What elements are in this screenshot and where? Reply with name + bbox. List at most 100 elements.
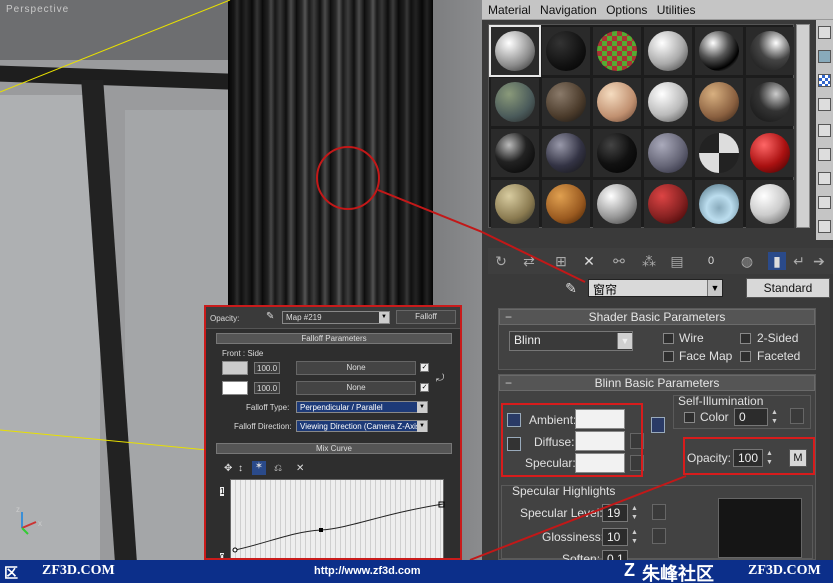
sample-slot[interactable] — [746, 27, 794, 75]
get-material-icon[interactable]: ↻ — [492, 252, 510, 270]
sample-type-icon[interactable] — [818, 26, 831, 39]
front-map-checkbox[interactable]: ✓ — [420, 363, 429, 372]
falloff-direction-dropdown[interactable]: Viewing Direction (Camera Z-Axis) ▼ — [296, 420, 428, 432]
background-icon[interactable] — [818, 74, 831, 87]
sample-slot[interactable] — [542, 27, 590, 75]
video-check-icon[interactable] — [818, 124, 831, 137]
self-illum-color-checkbox[interactable] — [684, 412, 695, 423]
rollout-header[interactable]: − Shader Basic Parameters — [499, 309, 815, 325]
sample-slot[interactable] — [695, 78, 743, 126]
menu-utilities[interactable]: Utilities — [651, 0, 696, 17]
spinner-arrows-icon[interactable]: ▲ ▼ — [630, 504, 639, 522]
spinner-arrows-icon[interactable]: ▲ ▼ — [630, 528, 639, 546]
sample-slot[interactable] — [695, 129, 743, 177]
options-icon[interactable] — [818, 172, 831, 185]
self-illum-map-button[interactable] — [790, 408, 804, 424]
select-by-material-icon[interactable] — [818, 196, 831, 209]
delete-point-icon[interactable]: ✕ — [296, 463, 304, 474]
sample-slot[interactable] — [491, 129, 539, 177]
spinner-arrows-icon[interactable]: ▲ ▼ — [770, 408, 779, 426]
reset-curve-icon[interactable]: ⎌ — [274, 463, 282, 474]
side-map-button[interactable]: None — [296, 381, 416, 395]
mix-curve-graph[interactable] — [230, 479, 445, 558]
falloff-direction-label: Falloff Direction: — [234, 422, 292, 431]
sample-slot[interactable] — [542, 78, 590, 126]
uv-tiling-icon[interactable] — [818, 98, 831, 111]
faceted-checkbox[interactable] — [740, 351, 751, 362]
front-color-swatch[interactable] — [222, 361, 248, 375]
sample-slot[interactable] — [746, 129, 794, 177]
map-name-field[interactable]: Map #219 ▼ — [282, 311, 390, 324]
assign-icon[interactable]: ⊞ — [552, 252, 570, 270]
sample-slot[interactable] — [644, 180, 692, 228]
reset-icon[interactable]: ✕ — [580, 252, 598, 270]
sample-slot[interactable] — [746, 78, 794, 126]
swap-icon[interactable]: ⤾ — [436, 373, 444, 384]
sample-slot[interactable] — [695, 27, 743, 75]
side-color-swatch[interactable] — [222, 381, 248, 395]
glossiness-field[interactable]: 10 — [602, 528, 628, 546]
add-point-icon[interactable]: ✶ — [252, 461, 266, 475]
sample-slot[interactable] — [746, 180, 794, 228]
sample-slot[interactable] — [593, 180, 641, 228]
sample-slot[interactable] — [593, 27, 641, 75]
sample-slot[interactable] — [542, 129, 590, 177]
material-id-icon[interactable]: 0 — [702, 252, 720, 270]
front-amount-field[interactable]: 100.0 — [254, 362, 280, 374]
pick-icon[interactable]: ✎ — [266, 311, 274, 322]
go-to-parent-icon[interactable]: ↵ — [790, 252, 808, 270]
rollout-header[interactable]: − Blinn Basic Parameters — [499, 375, 815, 391]
mix-curve-header[interactable]: Mix Curve — [216, 443, 452, 454]
sample-slot[interactable] — [695, 180, 743, 228]
face-map-checkbox[interactable] — [663, 351, 674, 362]
make-unique-icon[interactable]: ⁂ — [640, 252, 658, 270]
sample-slot[interactable] — [644, 129, 692, 177]
chevron-down-icon[interactable]: ▼ — [707, 280, 722, 296]
two-sided-checkbox[interactable] — [740, 333, 751, 344]
backlight-icon[interactable] — [818, 50, 831, 63]
show-end-result-icon[interactable]: ▮ — [768, 252, 786, 270]
map-type-button[interactable]: Falloff — [396, 310, 456, 324]
go-forward-icon[interactable]: ➔ — [810, 252, 828, 270]
front-map-button[interactable]: None — [296, 361, 416, 375]
chevron-down-icon[interactable]: ▼ — [417, 421, 427, 432]
shader-type-dropdown[interactable]: Blinn ▼ — [509, 331, 633, 351]
wire-checkbox[interactable] — [663, 333, 674, 344]
chevron-down-icon[interactable]: ▼ — [617, 333, 632, 349]
put-to-library-icon[interactable]: ▤ — [668, 252, 686, 270]
falloff-params-header[interactable]: Falloff Parameters — [216, 333, 452, 344]
menu-navigation[interactable]: Navigation — [534, 0, 597, 17]
side-amount-field[interactable]: 100.0 — [254, 382, 280, 394]
sample-slot[interactable] — [644, 78, 692, 126]
sample-slot[interactable] — [593, 129, 641, 177]
scale-icon[interactable]: ↕ — [238, 463, 243, 474]
sample-slot[interactable] — [542, 180, 590, 228]
pick-material-icon[interactable]: ✎ — [562, 279, 580, 297]
slots-scrollbar[interactable] — [796, 24, 810, 228]
make-preview-icon[interactable] — [818, 148, 831, 161]
falloff-type-dropdown[interactable]: Perpendicular / Parallel ▼ — [296, 401, 428, 413]
specular-level-field[interactable]: 19 — [602, 504, 628, 522]
menu-options[interactable]: Options — [600, 0, 647, 17]
make-copy-icon[interactable]: ⚯ — [610, 252, 628, 270]
material-type-button[interactable]: Standard — [746, 278, 830, 298]
specular-level-map-button[interactable] — [652, 504, 666, 520]
sample-slot[interactable] — [644, 27, 692, 75]
glossiness-map-button[interactable] — [652, 528, 666, 544]
side-map-checkbox[interactable]: ✓ — [420, 383, 429, 392]
sample-slot[interactable] — [491, 180, 539, 228]
sample-slot[interactable] — [489, 25, 541, 77]
sample-slot[interactable] — [491, 78, 539, 126]
put-to-scene-icon[interactable]: ⇄ — [520, 252, 538, 270]
chevron-down-icon[interactable]: ▼ — [379, 312, 389, 323]
material-navigator-icon[interactable] — [818, 220, 831, 233]
menu-material[interactable]: Material — [482, 0, 531, 17]
move-icon[interactable]: ✥ — [224, 463, 232, 474]
chevron-down-icon[interactable]: ▼ — [417, 402, 427, 413]
viewport-label[interactable]: Perspective — [6, 4, 69, 15]
sample-slot[interactable] — [593, 78, 641, 126]
self-illum-value-field[interactable]: 0 — [734, 408, 768, 426]
material-name-field[interactable]: 窗帘 ▼ — [588, 279, 723, 297]
show-map-icon[interactable]: ◍ — [738, 252, 756, 270]
lock-icon[interactable] — [651, 417, 665, 433]
